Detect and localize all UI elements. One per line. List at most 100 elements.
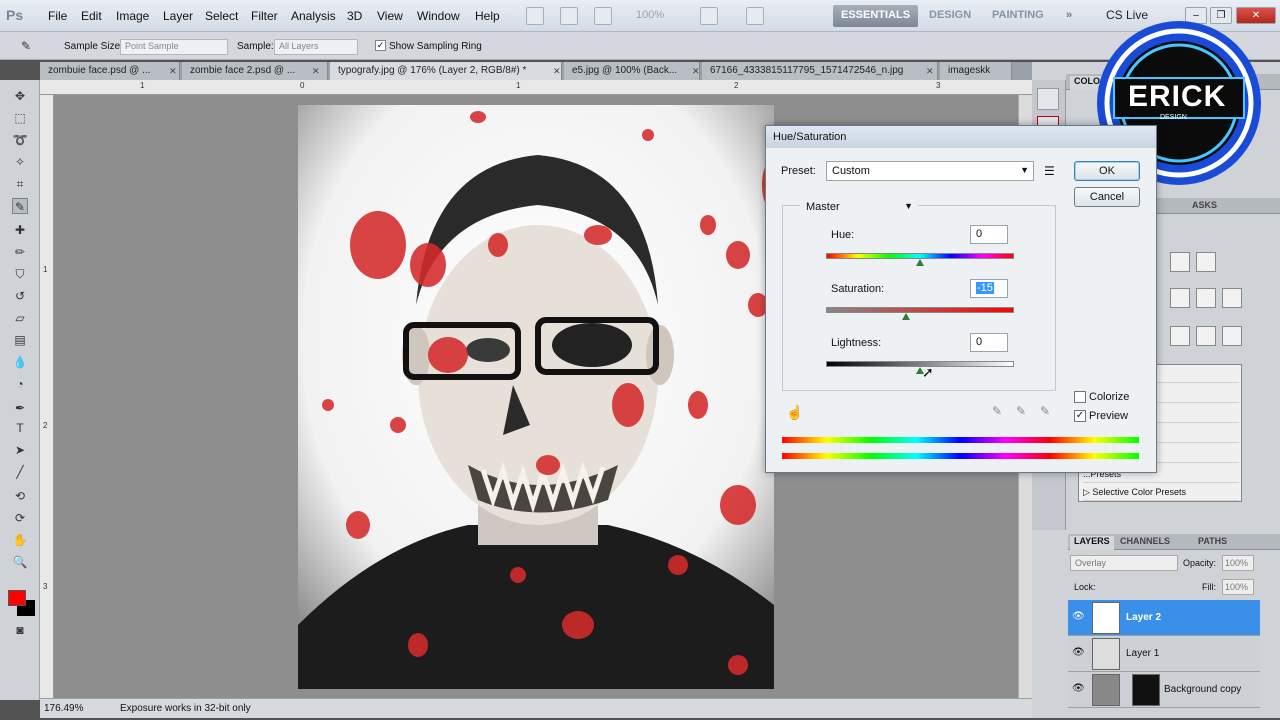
menu-select[interactable]: Select [205, 9, 238, 23]
history-brush-icon[interactable]: ↺ [12, 288, 28, 304]
lasso-icon[interactable]: ➰ [12, 132, 28, 148]
targeted-adjustment-icon[interactable]: ☝ [786, 404, 803, 421]
eraser-icon[interactable]: ▱ [12, 310, 28, 326]
marquee-icon[interactable]: ⬚ [12, 110, 28, 126]
tab-close-icon[interactable]: ✕ [926, 66, 934, 77]
eyedropper-plus-icon[interactable]: ✎ [1016, 404, 1030, 418]
saturation-slider-thumb[interactable] [902, 313, 910, 320]
arrange-icon[interactable] [700, 7, 718, 25]
invert-icon[interactable] [1170, 326, 1190, 346]
menu-image[interactable]: Image [116, 9, 149, 23]
menu-layer[interactable]: Layer [163, 9, 193, 23]
sample-size-select[interactable]: Point Sample [120, 39, 228, 55]
cancel-button[interactable]: Cancel [1074, 187, 1140, 207]
menu-edit[interactable]: Edit [81, 9, 102, 23]
tab-layers[interactable]: LAYERS [1070, 536, 1114, 550]
saturation-input[interactable]: -15 [970, 279, 1008, 298]
posterize-icon[interactable] [1196, 326, 1216, 346]
path-select-icon[interactable]: ➤ [12, 442, 28, 458]
menu-help[interactable]: Help [475, 9, 500, 23]
menu-analysis[interactable]: Analysis [291, 9, 336, 23]
hand-icon[interactable]: ✋ [12, 532, 28, 548]
layer-row[interactable]: 👁 Layer 2 [1068, 600, 1260, 636]
3d-orbit-icon[interactable]: ⟳ [12, 510, 28, 526]
healing-icon[interactable]: ✚ [12, 222, 28, 238]
exposure-icon[interactable] [1196, 252, 1216, 272]
tab-close-icon[interactable]: ✕ [692, 66, 700, 77]
tab-paths[interactable]: PATHS [1198, 536, 1227, 546]
crop-icon[interactable]: ⌗ [12, 176, 28, 192]
ok-button[interactable]: OK [1074, 161, 1140, 181]
dodge-icon[interactable]: ◔ [12, 376, 28, 392]
tab-masks[interactable]: ASKS [1192, 200, 1217, 210]
photo-filter-icon[interactable] [1196, 288, 1216, 308]
tab-close-icon[interactable]: ✕ [169, 66, 177, 77]
preset-select[interactable]: Custom ▼ [826, 161, 1034, 181]
preset-options-icon[interactable]: ☰ [1044, 164, 1055, 178]
workspace-painting[interactable]: PAINTING [984, 5, 1052, 27]
tab-67166[interactable]: 67166_4333815117795_1571472546_n.jpg [702, 62, 938, 80]
opacity-input[interactable]: 100% [1222, 555, 1254, 571]
workspace-essentials[interactable]: ESSENTIALS [833, 5, 919, 27]
tab-typografy[interactable]: typografy.jpg @ 176% (Layer 2, RGB/8#) * [330, 62, 562, 80]
hue-input[interactable]: 0 [970, 225, 1008, 244]
eyedropper-icon[interactable]: ✎ [992, 404, 1006, 418]
tab-e5[interactable]: e5.jpg @ 100% (Back... [564, 62, 700, 80]
extras-icon[interactable] [594, 7, 612, 25]
type-icon[interactable]: T [12, 420, 28, 436]
curves-icon[interactable] [1170, 252, 1190, 272]
menu-filter[interactable]: Filter [251, 9, 278, 23]
menu-file[interactable]: File [48, 9, 67, 23]
tab-close-icon[interactable]: ✕ [553, 66, 561, 77]
threshold-icon[interactable] [1222, 326, 1242, 346]
colorize-checkbox[interactable] [1074, 391, 1086, 403]
mini-bridge-panel-icon[interactable] [1037, 88, 1059, 110]
status-zoom[interactable]: 176.49% [44, 703, 83, 714]
eyedropper-icon[interactable]: ✎ [12, 198, 28, 214]
sample-select[interactable]: All Layers [274, 39, 358, 55]
tab-imageskk[interactable]: imageskk [940, 62, 1012, 80]
black-white-icon[interactable] [1170, 288, 1190, 308]
tab-channels[interactable]: CHANNELS [1120, 536, 1170, 546]
blur-icon[interactable]: 💧 [12, 354, 28, 370]
lightness-input[interactable]: 0 [970, 333, 1008, 352]
foreground-color-swatch[interactable] [8, 590, 26, 606]
eye-icon[interactable]: 👁 [1072, 683, 1085, 694]
channel-select[interactable]: Master ▼ [800, 197, 918, 217]
eye-icon[interactable]: 👁 [1072, 611, 1085, 622]
hue-slider-thumb[interactable] [916, 259, 924, 266]
bridge-icon[interactable] [526, 7, 544, 25]
menu-view[interactable]: View [377, 9, 403, 23]
gradient-icon[interactable]: ▤ [12, 332, 28, 348]
workspace-more-icon[interactable]: » [1058, 5, 1080, 27]
eyedropper-icon[interactable]: ✎ [18, 38, 34, 54]
tab-zombuie-face[interactable]: zombuie face.psd @ ... [40, 62, 180, 80]
tab-close-icon[interactable]: ✕ [312, 66, 320, 77]
layer-row[interactable]: 👁 Layer 1 [1068, 636, 1260, 672]
channel-mixer-icon[interactable] [1222, 288, 1242, 308]
mini-bridge-icon[interactable] [560, 7, 578, 25]
menu-window[interactable]: Window [417, 9, 460, 23]
move-icon[interactable]: ✥ [12, 88, 28, 104]
fill-input[interactable]: 100% [1222, 579, 1254, 595]
document-image[interactable] [298, 105, 774, 689]
quick-mask-icon[interactable]: ◙ [12, 622, 28, 638]
3d-rotate-icon[interactable]: ⟲ [12, 488, 28, 504]
menu-3d[interactable]: 3D [347, 9, 362, 23]
zoom-icon[interactable]: 🔍 [12, 554, 28, 570]
shape-icon[interactable]: ╱ [12, 464, 28, 480]
eye-icon[interactable]: 👁 [1072, 647, 1085, 658]
show-ring-checkbox[interactable]: ✓ [375, 40, 386, 51]
eyedropper-minus-icon[interactable]: ✎ [1040, 404, 1054, 418]
saturation-slider[interactable] [826, 307, 1014, 313]
screen-mode-icon[interactable] [746, 7, 764, 25]
preset-item-selective-color[interactable]: ▷ Selective Color Presets [1083, 483, 1239, 501]
tab-zombie-face-2[interactable]: zombie face 2.psd @ ... [182, 62, 328, 80]
zoom-level[interactable]: 100% [636, 9, 664, 21]
preview-checkbox[interactable]: ✓ [1074, 410, 1086, 422]
stamp-icon[interactable]: ⛉ [12, 266, 28, 282]
workspace-design[interactable]: DESIGN [921, 5, 979, 27]
pen-icon[interactable]: ✒ [12, 400, 28, 416]
quick-select-icon[interactable]: ✧ [12, 154, 28, 170]
brush-icon[interactable]: ✏ [12, 244, 28, 260]
